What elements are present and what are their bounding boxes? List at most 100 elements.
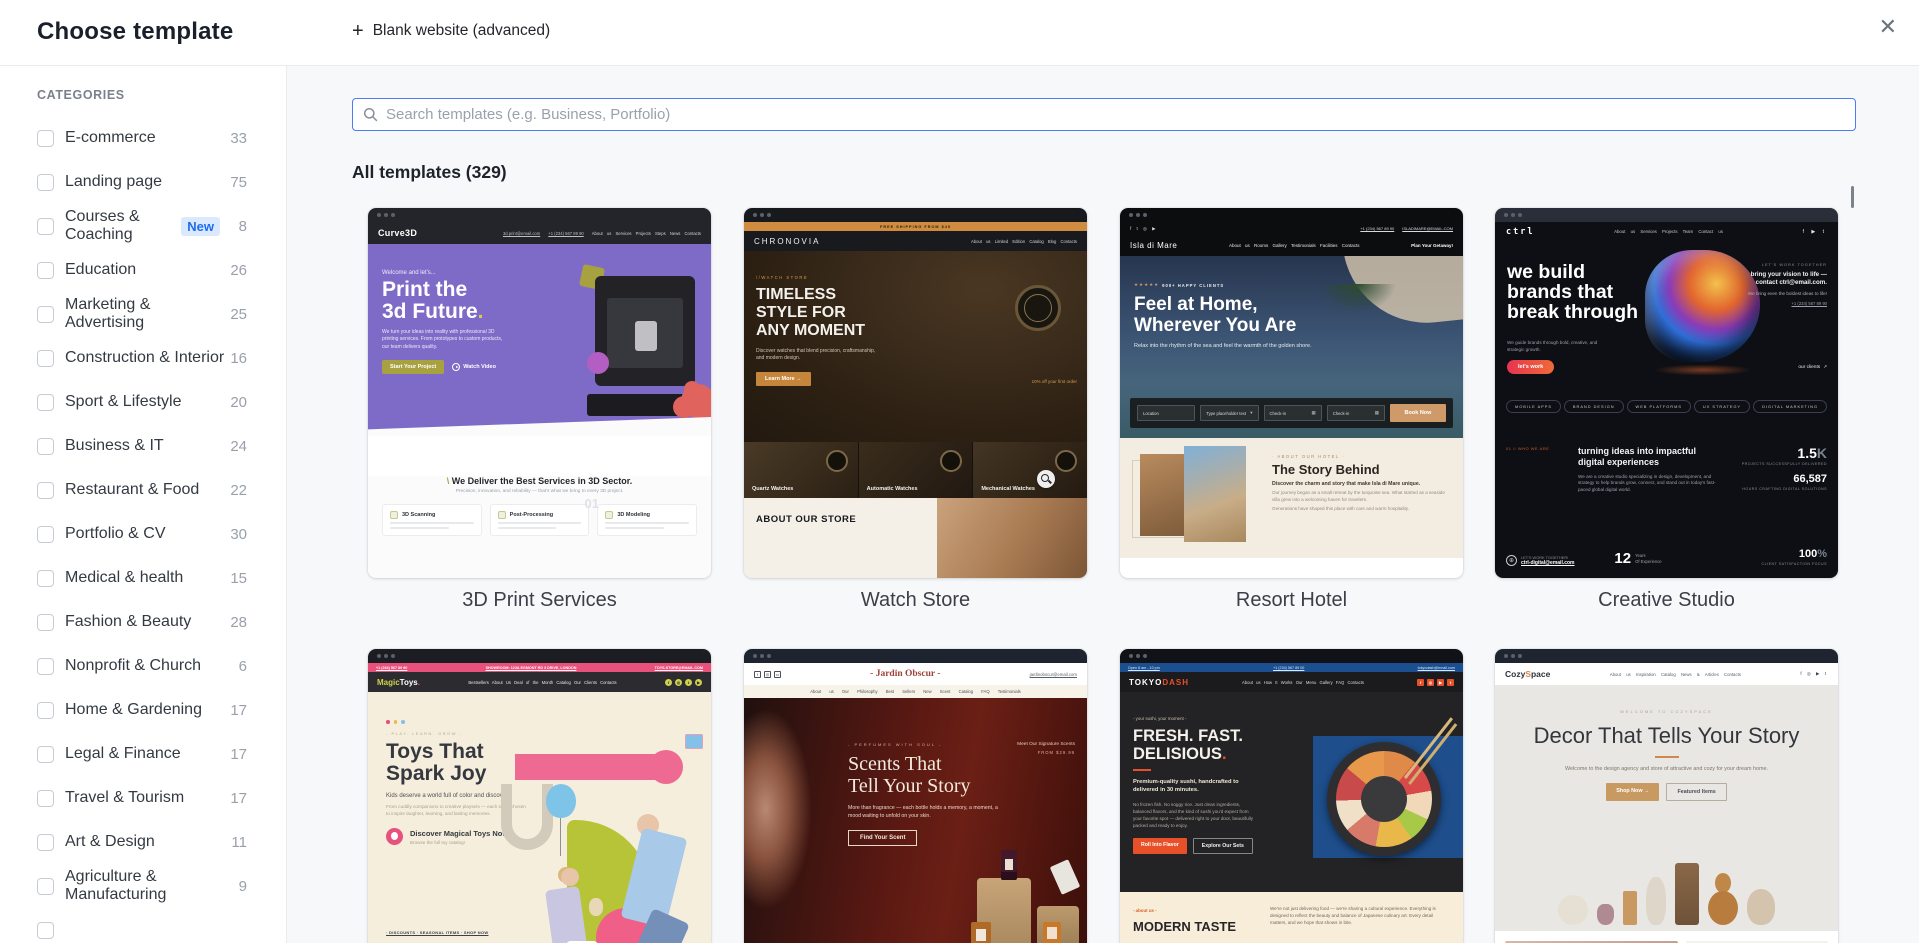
template-card-resort-hotel[interactable]: f t ◎ ▶ +1 (234) 567 89 90 ISLADIMARE@EMA… [1120,208,1463,612]
sidebar-item-restaurant-food[interactable]: Restaurant & Food 22 [0,468,286,512]
site-nav: About us Inspiration Catalog News & Arti… [1609,671,1741,677]
hero-kicker: WELCOME TO COZYSPACE [1620,709,1713,714]
browser-chrome [1495,649,1838,663]
sidebar-item-sport-lifestyle[interactable]: Sport & Lifestyle 20 [0,380,286,424]
site-logo: Isla di Mare [1130,241,1178,250]
site-email: TOYS.STORE@EMAIL.COM [654,665,703,670]
search-bar[interactable] [352,98,1856,131]
sidebar-item-ecommerce[interactable]: E-commerce 33 [0,116,286,160]
diagonal-divider [368,417,711,436]
scrollbar-thumb[interactable] [1851,186,1854,208]
sidebar-item-partial[interactable] [0,908,286,943]
close-icon[interactable]: ✕ [1879,16,1897,38]
sidebar-item-portfolio-cv[interactable]: Portfolio & CV 30 [0,512,286,556]
template-card-cozyspace[interactable]: CozySpace About us Inspiration Catalog N… [1495,649,1838,943]
discount-text: 10% off your first order [1031,379,1077,384]
sidebar-item-home-gardening[interactable]: Home & Gardening 17 [0,688,286,732]
checkbox[interactable] [37,921,54,939]
sidebar-item-agriculture-manufacturing[interactable]: Agriculture & Manufacturing 9 [0,864,286,908]
contact-heading: bring your vision to life — contact ctrl… [1750,271,1827,287]
category-label: Portfolio & CV [65,525,166,542]
window-dot-icon [1136,213,1140,217]
new-badge: New [181,216,220,236]
sidebar-item-art-design[interactable]: Art & Design 11 [0,820,286,864]
checkbox[interactable] [37,305,54,323]
stat-value: 66,587 [1793,473,1827,485]
search-input[interactable] [386,106,1845,123]
wavy-vase [1646,877,1666,925]
sidebar-item-landing-page[interactable]: Landing page 75 [0,160,286,204]
template-card-tokyodash[interactable]: Open 8 am - 10 pm +1 (234) 567 89 00 tok… [1120,649,1463,943]
checkbox[interactable] [37,393,54,411]
template-preview: +1 (234) 567 89 90 SHOWROOM: 123A EGMONT… [368,649,711,943]
checkbox[interactable] [37,569,54,587]
site-nav: About us Our Philosophy Best Sellers New… [744,685,1087,698]
template-card-3d-print-services[interactable]: Curve3D 3d.print@email.com +1 (234) 567 … [368,208,711,612]
checkbox[interactable] [37,173,54,191]
balloon-string [560,818,561,856]
service-pill: DIGITAL MARKETING [1753,400,1827,413]
sidebar-item-marketing-advertising[interactable]: Marketing & Advertising 25 [0,292,286,336]
checkbox[interactable] [37,481,54,499]
template-card-jardin-obscur[interactable]: f ◎ ▭ - Jardin Obscur - jardinobscur@email… [744,649,1087,943]
template-name: Resort Hotel [1235,589,1348,611]
service-pill: WEB PLATFORMS [1626,400,1691,413]
checkbox[interactable] [37,745,54,763]
feature-card: 3D Scanning [382,504,482,536]
3d-printer-image [595,276,695,386]
category-label: Marketing & Advertising [65,296,151,331]
sidebar-item-medical-health[interactable]: Medical & health 15 [0,556,286,600]
search-icon [363,107,378,122]
hero-cta-button: Shop Now → [1606,783,1660,801]
category-label: Agriculture & Manufacturing [65,868,167,903]
checkbox[interactable] [37,789,54,807]
modal-header: Choose template + Blank website (advance… [0,0,1919,66]
sidebar-item-construction-interior[interactable]: Construction & Interior 16 [0,336,286,380]
window-dot-icon [753,213,757,217]
checkbox[interactable] [37,701,54,719]
checkbox[interactable] [37,613,54,631]
template-card-watch-store[interactable]: FREE SHIPPING FROM $49 CHRONOVIA About u… [744,208,1087,612]
blank-website-button[interactable]: + Blank website (advanced) [352,21,550,41]
sidebar-item-legal-finance[interactable]: Legal & Finance 17 [0,732,286,776]
checkbox[interactable] [37,261,54,279]
years-caption: Years Of Experience [1635,553,1662,564]
globe-icon: ⊕ [1506,555,1517,566]
opening-hours: Open 8 am - 10 pm [1128,665,1160,670]
categories-heading: CATEGORIES [37,88,125,102]
category-label: Construction & Interior [65,349,225,366]
checkbox[interactable] [37,129,54,147]
checkbox[interactable] [37,833,54,851]
social-icons: f ◎ ▶ t [1800,671,1828,676]
template-card-creative-studio[interactable]: ctrl About us Services Projects Team Con… [1495,208,1838,612]
sidebar-item-travel-tourism[interactable]: Travel & Tourism 17 [0,776,286,820]
category-label: Legal & Finance [65,745,181,762]
contact-body: We bring even the boldest ideas to life! [1747,290,1827,296]
checkbox[interactable] [37,349,54,367]
sidebar-item-fashion-beauty[interactable]: Fashion & Beauty 28 [0,600,286,644]
gourd-vase [1708,873,1738,925]
checkbox[interactable] [37,525,54,543]
template-card-magictoys[interactable]: +1 (234) 567 89 90 SHOWROOM: 123A EGMONT… [368,649,711,943]
grid-heading: All templates (329) [352,162,507,182]
checkbox[interactable] [37,877,54,895]
checkbox[interactable] [37,657,54,675]
play-icon [452,363,461,372]
checkbox[interactable] [37,217,54,235]
sidebar-item-nonprofit-church[interactable]: Nonprofit & Church 6 [0,644,286,688]
hero-kicker: - PLAY. LEARN. GROW - [386,730,463,736]
stat-caption: CLIENT SATISFACTION FOCUS [1761,562,1827,566]
category-count: 11 [231,833,247,851]
category-label: Nonprofit & Church [65,657,202,674]
window-dot-icon [377,213,381,217]
sidebar-item-business-it[interactable]: Business & IT 24 [0,424,286,468]
site-logo: Curve3D [378,228,418,238]
hero-body: Discover watches that blend precision, c… [756,347,876,362]
sidebar-item-courses-coaching[interactable]: Courses & Coaching New 8 [0,204,286,248]
sidebar-item-education[interactable]: Education 26 [0,248,286,292]
checkbox[interactable] [37,437,54,455]
service-pill: UX STRATEGY [1693,400,1751,413]
stat-value: 1.5K [1797,445,1827,461]
book-now-button: Book Now [1390,404,1446,422]
calendar-icon: ▦ [1374,410,1379,415]
